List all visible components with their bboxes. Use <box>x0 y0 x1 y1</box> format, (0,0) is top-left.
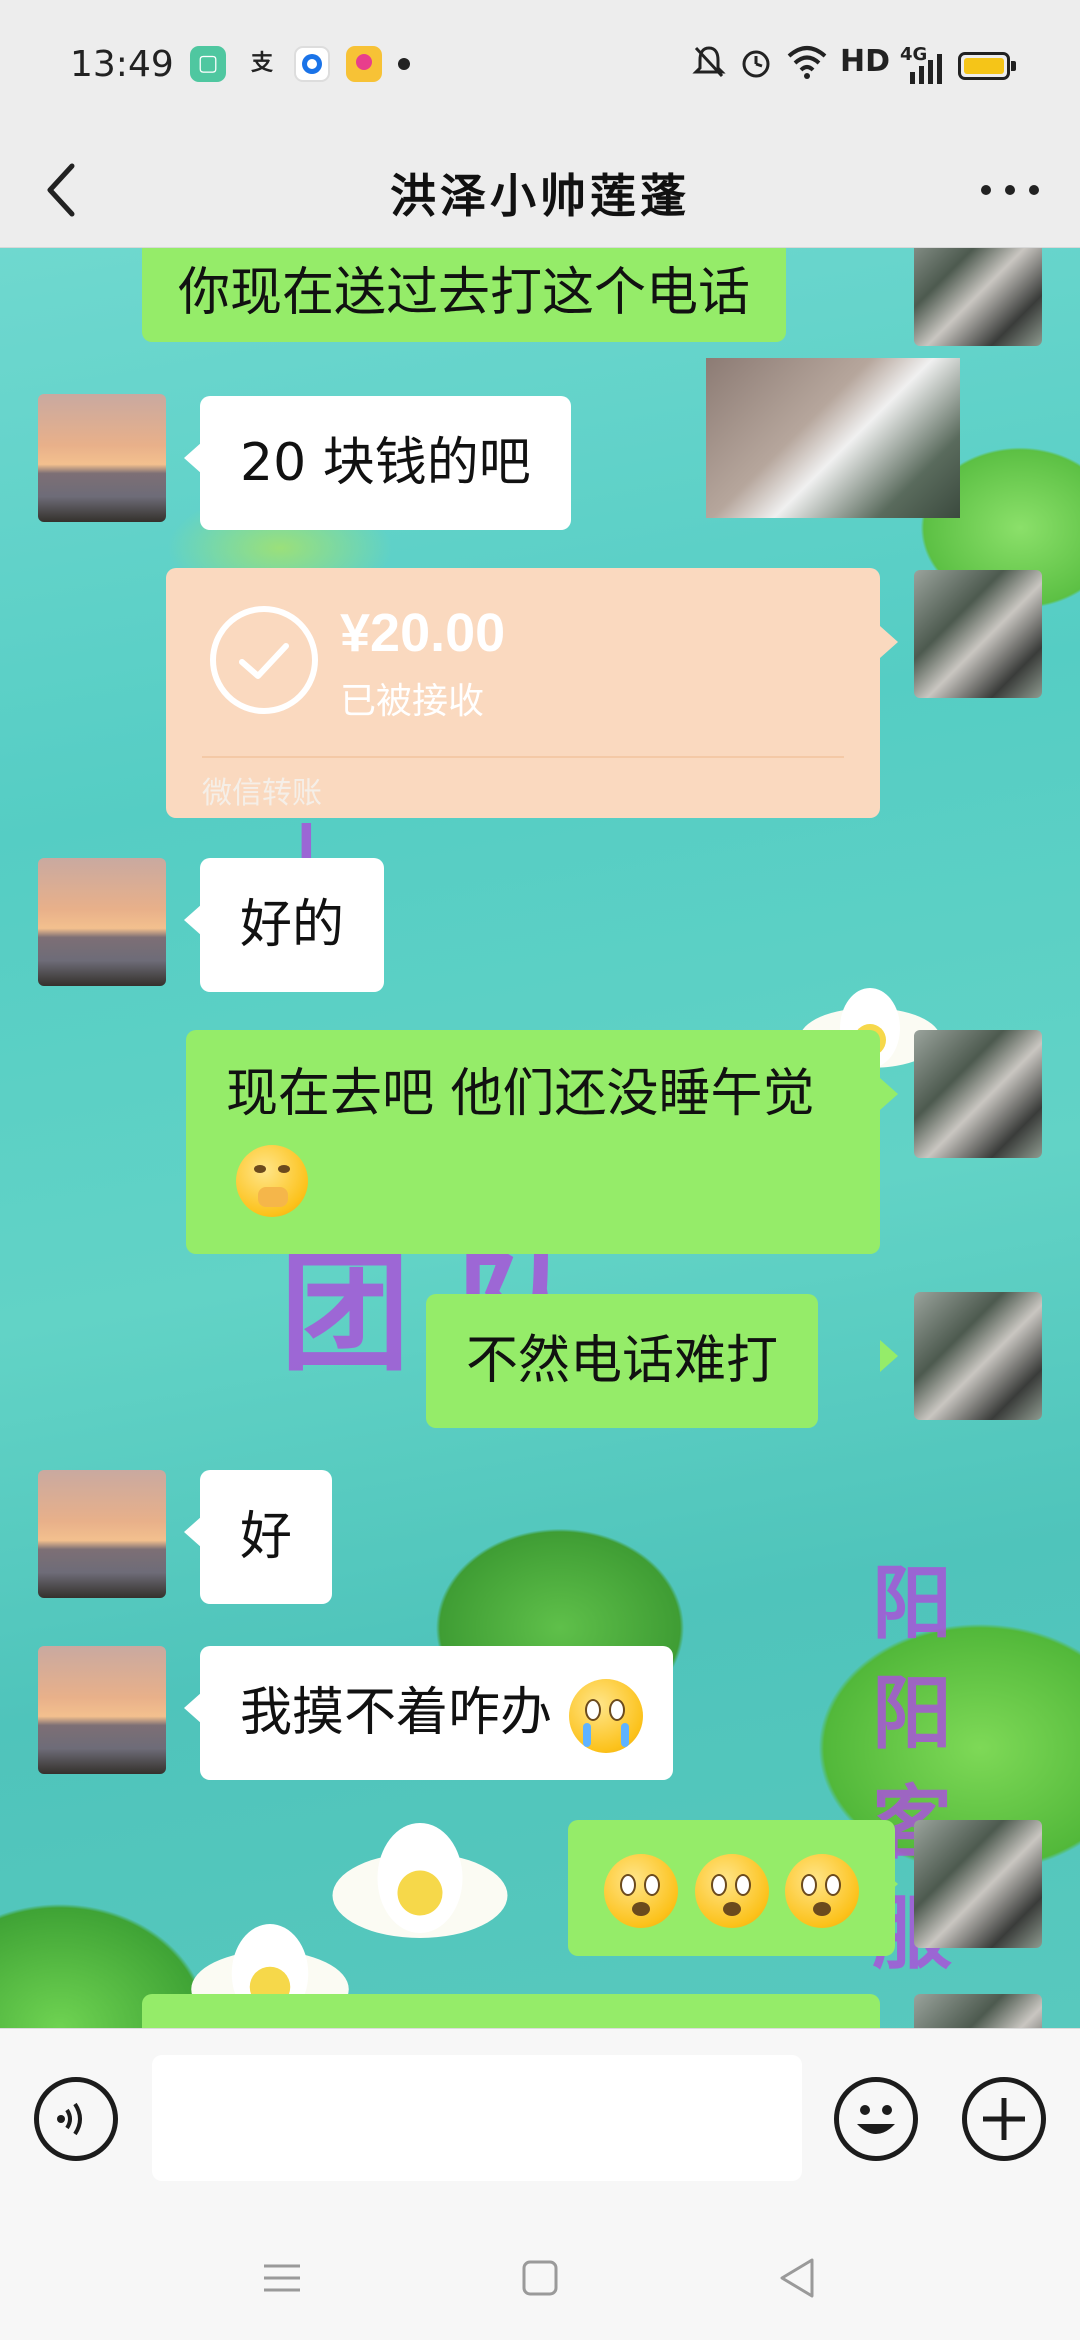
chat-area[interactable]: 团 队 阳 阳 客 服 | 你现在送过去打这个电话 20 块钱的吧 ¥20.00… <box>0 248 1080 2028</box>
avatar-me[interactable] <box>914 570 1042 698</box>
message-app-icon: ▢ <box>190 46 226 82</box>
flushed-face-icon <box>604 1854 678 1928</box>
voice-icon[interactable] <box>34 2077 118 2161</box>
avatar-me[interactable] <box>914 1994 1042 2028</box>
image-message[interactable] <box>706 358 960 518</box>
transfer-divider <box>202 756 844 758</box>
chat-title: 洪泽小帅莲蓬 <box>390 169 690 223</box>
input-bar <box>0 2028 1080 2208</box>
status-bar: 13:49 ▢ 支 HD 4G <box>0 0 1080 130</box>
bubble-tail <box>880 1340 898 1372</box>
more-dots-icon[interactable] <box>970 160 1050 220</box>
notification-dot <box>398 58 410 70</box>
bubble-tail <box>880 626 898 658</box>
plus-icon[interactable] <box>962 2077 1046 2161</box>
browser-icon <box>294 46 330 82</box>
battery-level <box>964 58 1004 74</box>
signal-icon <box>908 54 944 92</box>
message-bubble-received[interactable]: 20 块钱的吧 <box>200 396 571 530</box>
menu-icon[interactable] <box>252 2248 312 2308</box>
transfer-status: 已被接收 <box>340 681 485 722</box>
message-bubble-received[interactable]: 好的 <box>200 858 385 992</box>
transfer-label: 微信转账 <box>202 776 322 811</box>
network-hd: HD <box>840 44 891 79</box>
system-nav-bar <box>0 2208 1080 2340</box>
back-triangle-icon[interactable] <box>768 2248 828 2308</box>
chat-header: 洪泽小帅莲蓬 <box>0 130 1080 248</box>
message-bubble-received[interactable]: 我摸不着咋办 <box>200 1646 673 1780</box>
transfer-amount: ¥20.00 <box>340 603 506 663</box>
avatar-me[interactable] <box>914 1820 1042 1948</box>
check-circle-icon <box>210 606 318 714</box>
message-text: 现在去吧 他们还没睡午觉 <box>226 1064 815 1124</box>
alipay-icon: 支 <box>250 51 273 76</box>
message-bubble-sent[interactable]: 现在去吧 他们还没睡午觉 <box>186 1030 880 1254</box>
status-time: 13:49 <box>70 44 174 85</box>
message-bubble-sent-partial[interactable] <box>142 1994 880 2028</box>
avatar-contact[interactable] <box>38 1470 166 1598</box>
alarm-icon <box>738 44 774 88</box>
avatar-contact[interactable] <box>38 394 166 522</box>
wifi-icon <box>786 44 828 88</box>
transfer-card[interactable]: ¥20.00 已被接收 微信转账 <box>166 568 880 818</box>
message-bubble-received[interactable]: 好 <box>200 1470 333 1604</box>
flower-app-icon <box>346 46 382 82</box>
message-bubble-sent[interactable]: 不然电话难打 <box>426 1294 819 1428</box>
avatar-me[interactable] <box>914 1030 1042 1158</box>
battery-icon <box>958 52 1016 80</box>
flushed-face-icon <box>785 1854 860 1928</box>
message-input[interactable] <box>152 2055 802 2181</box>
mute-icon <box>692 44 726 88</box>
shushing-face-icon <box>236 1145 308 1217</box>
message-text: 我摸不着咋办 <box>240 1683 553 1743</box>
bubble-tail <box>880 1078 898 1110</box>
message-bubble-sent[interactable]: 你现在送过去打这个电话 <box>142 248 787 342</box>
message-bubble-sent[interactable] <box>568 1820 896 1956</box>
avatar-me[interactable] <box>914 248 1042 346</box>
emoji-icon[interactable] <box>834 2077 918 2161</box>
home-icon[interactable] <box>510 2248 570 2308</box>
avatar-me[interactable] <box>914 1292 1042 1420</box>
avatar-contact[interactable] <box>38 858 166 986</box>
avatar-contact[interactable] <box>38 1646 166 1774</box>
flushed-face-icon <box>694 1854 769 1928</box>
crying-face-icon <box>568 1679 643 1753</box>
